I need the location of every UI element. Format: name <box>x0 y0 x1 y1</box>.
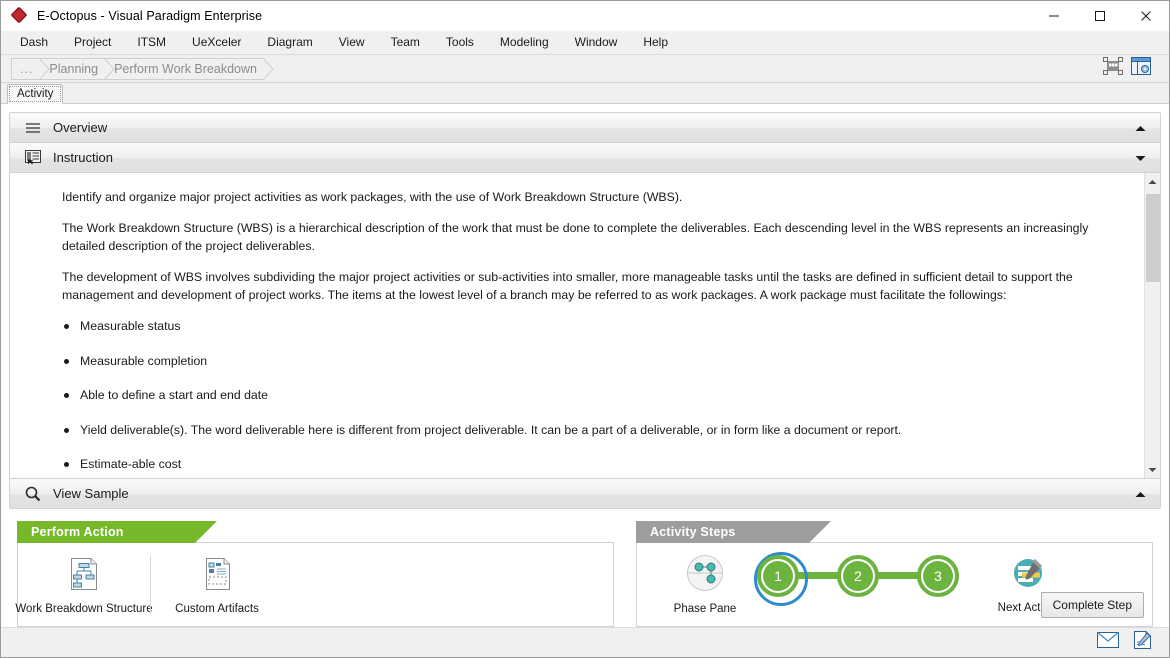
activity-step-1[interactable]: 1 <box>754 551 808 606</box>
menu-item-modeling[interactable]: Modeling <box>487 32 562 53</box>
artifact-label: Custom Artifacts <box>175 602 259 615</box>
menu-item-window[interactable]: Window <box>562 32 631 53</box>
instruction-bullet-list: Measurable status Measurable completion … <box>62 318 1126 473</box>
menu-item-tools[interactable]: Tools <box>433 32 487 53</box>
artifact-custom-artifacts[interactable]: Custom Artifacts <box>151 555 283 615</box>
instruction-content: Identify and organize major project acti… <box>9 172 1161 479</box>
perform-action-body: Work Breakdown Structure Custom Artifact… <box>15 542 614 627</box>
activity-step-3[interactable]: 3 <box>917 554 959 597</box>
application-window: E-Octopus - Visual Paradigm Enterprise D… <box>0 0 1170 658</box>
activity-step-2[interactable]: 2 <box>837 554 879 597</box>
fit-diagram-icon[interactable] <box>1103 57 1123 80</box>
list-item: Measurable status <box>62 318 1126 335</box>
menu-item-team[interactable]: Team <box>378 32 433 53</box>
section-title-view-sample: View Sample <box>53 486 129 501</box>
menu-item-view[interactable]: View <box>326 32 378 53</box>
instruction-paragraph: The development of WBS involves subdivid… <box>62 270 1073 302</box>
title-bar: E-Octopus - Visual Paradigm Enterprise <box>1 1 1169 31</box>
maximize-button[interactable] <box>1077 1 1123 31</box>
next-activity-icon <box>1011 555 1047 596</box>
activity-step-number: 1 <box>763 560 793 591</box>
activity-step-number: 2 <box>843 560 873 591</box>
instruction-scrollbar[interactable] <box>1144 173 1160 478</box>
activity-steps-panel: Activity Steps Phase Pane 1 2 3 Next Act… <box>636 521 1153 627</box>
wbs-document-icon <box>67 557 101 596</box>
instruction-panel-icon <box>22 150 44 165</box>
list-item: Estimate-able cost <box>62 456 1126 473</box>
instruction-text-area: Identify and organize major project acti… <box>10 173 1144 478</box>
section-header-view-sample[interactable]: View Sample <box>9 479 1161 509</box>
minimize-button[interactable] <box>1031 1 1077 31</box>
list-item: Yield deliverable(s). The word deliverab… <box>62 422 1126 439</box>
hamburger-icon <box>22 122 44 134</box>
scrollbar-track[interactable] <box>1145 190 1161 461</box>
complete-step-button[interactable]: Complete Step <box>1040 592 1144 618</box>
list-item: Able to define a start and end date <box>62 387 1126 404</box>
window-controls <box>1031 1 1169 31</box>
activity-step-number: 3 <box>923 560 953 591</box>
instruction-paragraph: Identify and organize major project acti… <box>62 190 683 204</box>
menu-item-dash[interactable]: Dash <box>7 32 61 53</box>
open-window-icon[interactable] <box>1131 57 1151 80</box>
custom-artifact-document-icon <box>200 557 234 596</box>
breadcrumb-separator-icon <box>39 57 51 80</box>
status-bar <box>1 627 1169 657</box>
phase-pane-button[interactable]: Phase Pane <box>659 554 751 615</box>
chevron-up-icon[interactable] <box>1135 119 1146 137</box>
activity-steps-body: Phase Pane 1 2 3 Next Activity Complete … <box>636 542 1153 627</box>
bottom-panels: Perform Action Work Breakdown Structure … <box>9 509 1161 627</box>
breadcrumb-separator-icon <box>104 57 115 80</box>
tab-activity[interactable]: Activity <box>7 84 64 104</box>
scroll-down-button[interactable] <box>1145 461 1161 478</box>
instruction-paragraph: The Work Breakdown Structure (WBS) is a … <box>62 221 1089 253</box>
main-content: Overview Instruction Identify and organi… <box>1 104 1169 627</box>
phase-pane-label: Phase Pane <box>673 603 737 615</box>
phase-pane-icon <box>686 554 724 597</box>
breadcrumb-tools <box>1103 57 1151 80</box>
scrollbar-thumb[interactable] <box>1145 194 1160 282</box>
breadcrumb-separator-icon <box>262 57 274 80</box>
activity-steps-tag: Activity Steps <box>636 521 831 543</box>
breadcrumb-bar: ... Planning Perform Work Breakdown <box>1 55 1169 83</box>
perform-action-label: Perform Action <box>31 525 124 539</box>
tab-strip: Activity <box>1 83 1169 104</box>
window-title: E-Octopus - Visual Paradigm Enterprise <box>37 9 263 23</box>
menu-item-uexceler[interactable]: UeXceler <box>179 32 254 53</box>
section-header-overview[interactable]: Overview <box>9 112 1161 142</box>
artifact-work-breakdown-structure[interactable]: Work Breakdown Structure <box>15 555 153 615</box>
magnifier-icon <box>22 486 44 502</box>
close-button[interactable] <box>1123 1 1169 31</box>
section-header-instruction[interactable]: Instruction <box>9 142 1161 172</box>
breadcrumb-item-root[interactable]: ... <box>11 57 51 80</box>
diamond-logo-icon <box>10 6 28 24</box>
artifact-label: Work Breakdown Structure <box>15 602 153 615</box>
menu-item-project[interactable]: Project <box>61 32 124 53</box>
menu-item-help[interactable]: Help <box>630 32 681 53</box>
document-edit-icon[interactable] <box>1133 630 1153 655</box>
menu-item-diagram[interactable]: Diagram <box>254 32 325 53</box>
chevron-down-icon[interactable] <box>1135 149 1146 167</box>
menu-bar: Dash Project ITSM UeXceler Diagram View … <box>1 31 1169 55</box>
activity-step-chain: 1 2 3 <box>754 551 959 606</box>
menu-item-itsm[interactable]: ITSM <box>124 32 179 53</box>
perform-action-tag: Perform Action <box>17 521 217 543</box>
list-item: Measurable completion <box>62 353 1126 370</box>
accordion-sections: Overview Instruction Identify and organi… <box>9 112 1161 509</box>
scroll-up-button[interactable] <box>1145 173 1161 190</box>
chevron-up-icon[interactable] <box>1135 485 1146 503</box>
step-connector <box>876 572 920 579</box>
envelope-icon[interactable] <box>1097 631 1119 653</box>
breadcrumb-item-perform-work-breakdown[interactable]: Perform Work Breakdown <box>104 57 274 80</box>
breadcrumb: ... Planning Perform Work Breakdown <box>11 57 275 80</box>
section-title-instruction: Instruction <box>53 150 113 165</box>
perform-action-panel: Perform Action Work Breakdown Structure … <box>15 521 614 627</box>
activity-steps-label: Activity Steps <box>650 525 736 539</box>
section-title-overview: Overview <box>53 120 108 135</box>
